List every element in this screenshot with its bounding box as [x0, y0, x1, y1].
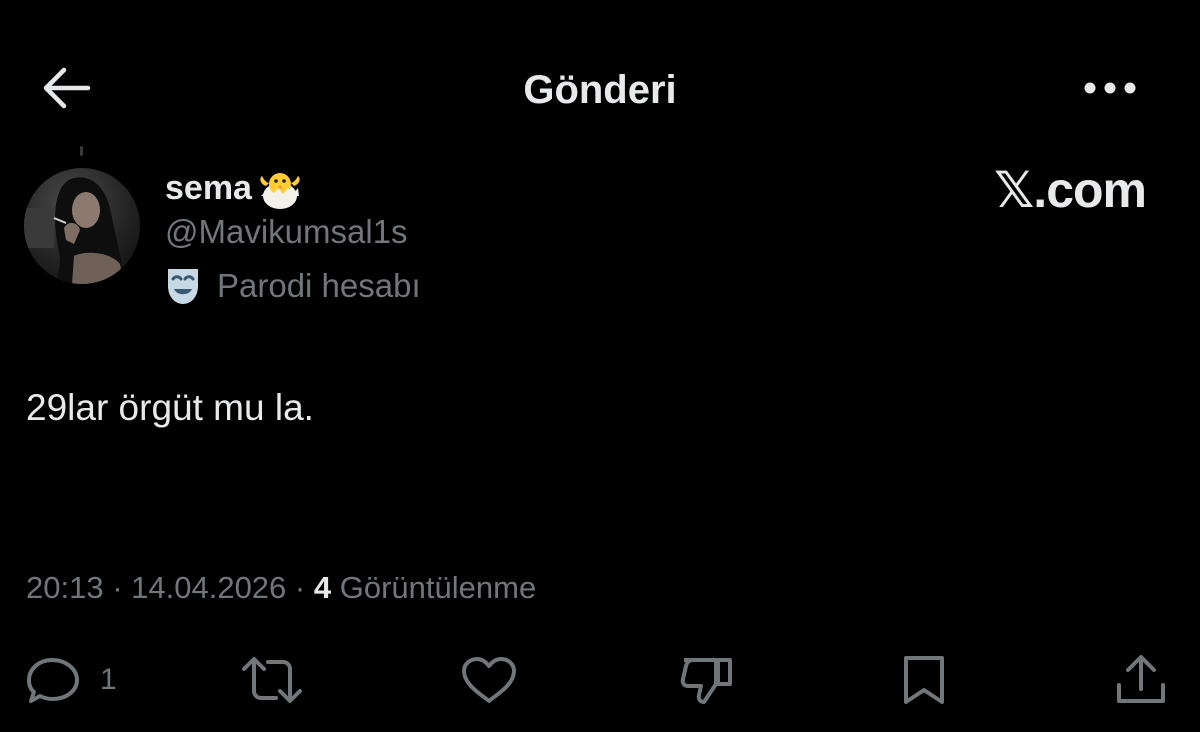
page-title: Gönderi [523, 68, 677, 112]
back-button[interactable] [38, 64, 94, 112]
meta-separator: · [286, 570, 314, 605]
parody-label-text: Parodi hesabı [217, 267, 421, 304]
hatching-chick-emoji-icon [260, 173, 300, 209]
thumbs-down-icon [680, 658, 732, 704]
thread-connector [80, 146, 83, 156]
reply-icon [27, 658, 79, 703]
top-bar: Gönderi [0, 50, 1200, 130]
more-horizontal-icon [1084, 82, 1136, 94]
share-button[interactable] [1114, 650, 1168, 710]
views-count: 4 [313, 570, 332, 605]
profile-photo [24, 168, 140, 284]
share-icon [1117, 655, 1165, 703]
views-label: Görüntülenme [339, 570, 537, 605]
author-name[interactable]: sema [165, 166, 304, 210]
author-handle[interactable]: @Mavikumsal1s [165, 212, 408, 252]
more-options-button[interactable] [1080, 66, 1140, 110]
repost-icon [242, 657, 302, 703]
avatar[interactable] [24, 168, 140, 284]
author-name-text: sema [165, 169, 252, 207]
reply-button[interactable]: 1 [26, 650, 117, 710]
reply-count: 1 [100, 663, 117, 696]
post-text: 29lar örgüt mu la. [26, 387, 314, 428]
downvote-button[interactable] [678, 650, 734, 710]
parody-label: Parodi hesabı [165, 266, 421, 306]
action-bar: 1 [0, 650, 1200, 710]
post-date[interactable]: 14.04.2026 [131, 570, 286, 605]
x-watermark: 𝕏.com [994, 162, 1147, 218]
like-button[interactable] [460, 650, 518, 710]
post-meta: 20:13 · 14.04.2026 · 4 Görüntülenme [26, 568, 536, 608]
bookmark-button[interactable] [900, 650, 948, 710]
post-time[interactable]: 20:13 [26, 570, 104, 605]
arrow-left-icon [43, 67, 91, 109]
heart-icon [462, 657, 516, 703]
repost-button[interactable] [240, 650, 304, 710]
theater-mask-icon [168, 269, 198, 304]
bookmark-icon [904, 656, 944, 704]
meta-separator: · [103, 570, 132, 605]
